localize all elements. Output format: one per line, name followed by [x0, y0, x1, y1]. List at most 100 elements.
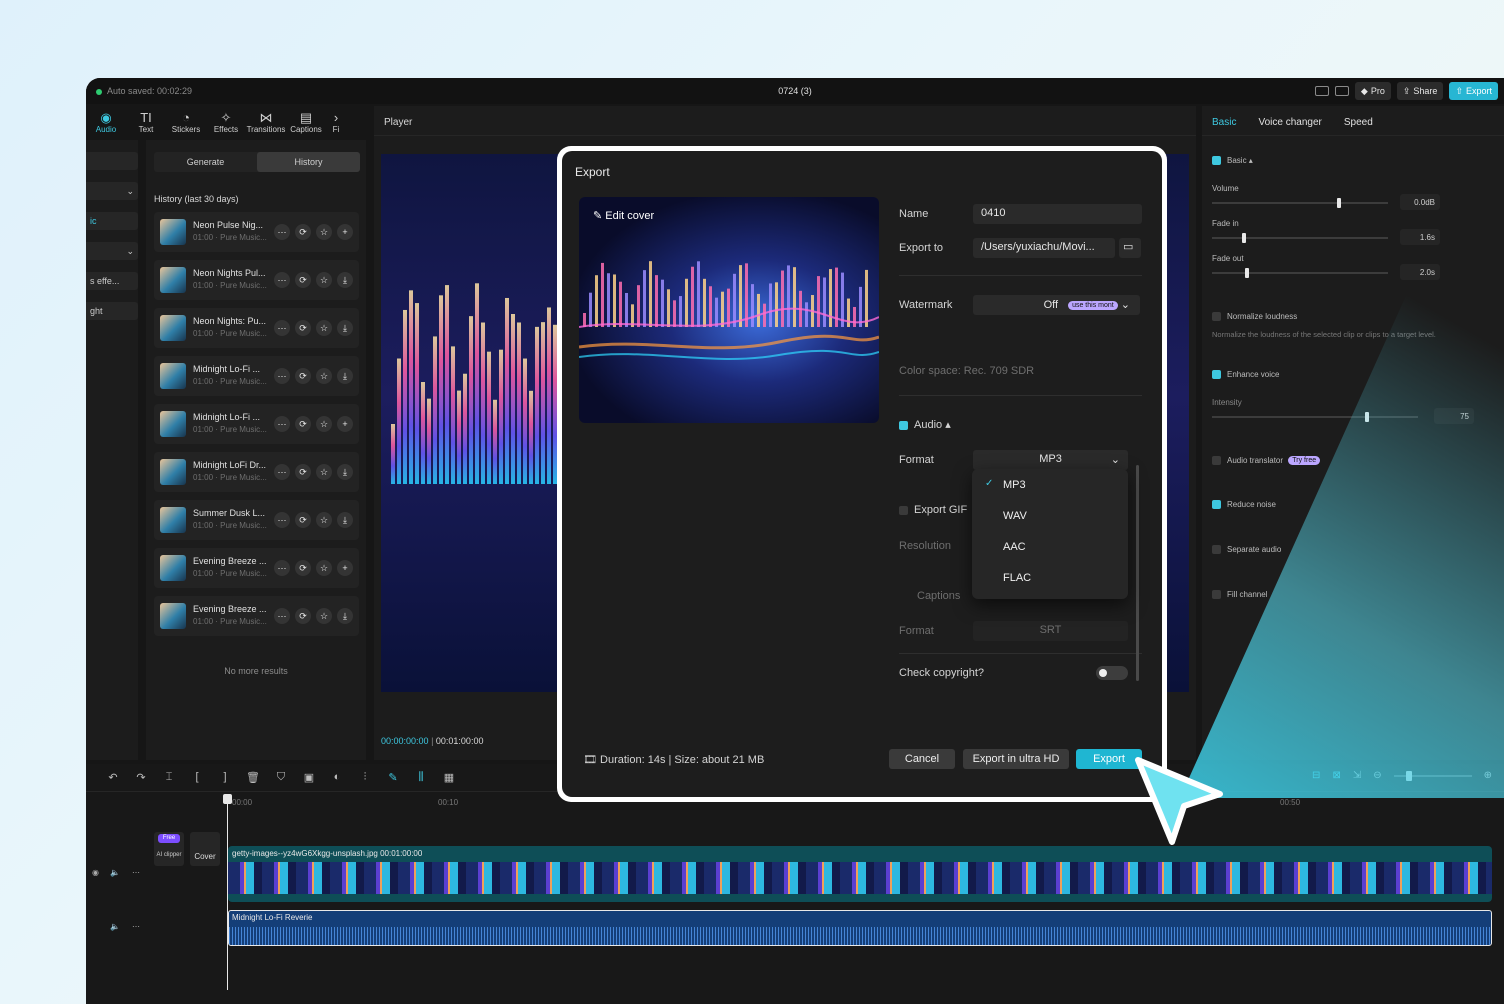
regenerate-icon[interactable]: ⟳	[295, 272, 311, 288]
mask-icon[interactable]: ◐	[330, 771, 344, 784]
audio-wave-icon[interactable]: ⫼	[414, 771, 428, 784]
intensity-knob[interactable]	[1364, 412, 1369, 422]
favorite-icon[interactable]: ☆	[316, 368, 332, 384]
cancel-button[interactable]: Cancel	[889, 749, 955, 769]
more-icon[interactable]: ⋯	[274, 464, 290, 480]
separate-audio-checkbox[interactable]	[1212, 545, 1221, 555]
intensity-value[interactable]: 75	[1434, 408, 1474, 424]
normalize-row[interactable]: Normalize loudness	[1212, 312, 1297, 322]
reduce-noise-row[interactable]: Reduce noise	[1212, 500, 1276, 510]
tab-speed[interactable]: Speed	[1344, 117, 1373, 128]
fill-channel-row[interactable]: Fill channel	[1212, 590, 1267, 600]
translator-checkbox[interactable]	[1212, 456, 1221, 466]
edit-cover-button[interactable]: ✎ Edit cover	[593, 209, 654, 222]
download-icon[interactable]: ⤓	[337, 272, 353, 288]
category-item-light[interactable]: ght	[86, 302, 138, 320]
format-select[interactable]: MP3 ⌄	[973, 450, 1128, 470]
more-icon[interactable]: ⋯	[274, 416, 290, 432]
volume-slider[interactable]	[1212, 198, 1388, 208]
history-item[interactable]: Neon Nights Pul... 01:00 · Pure Music... ⋯…	[154, 260, 359, 300]
tab-history[interactable]: History	[257, 152, 360, 172]
delete-icon[interactable]: 🗑	[246, 771, 260, 784]
link-icon[interactable]: ⊠	[1332, 770, 1340, 781]
tab-text[interactable]: TI Text	[126, 106, 166, 140]
basic-checkbox[interactable]	[1212, 156, 1221, 166]
category-item-selected[interactable]: ic	[86, 212, 138, 230]
audio-track-clip[interactable]: Midnight Lo-Fi Reverie	[228, 910, 1492, 946]
copyright-toggle[interactable]	[1096, 666, 1128, 680]
download-icon[interactable]: ⤓	[337, 608, 353, 624]
favorite-icon[interactable]: ☆	[316, 512, 332, 528]
ai-clipper-button[interactable]: Free AI clipper	[154, 832, 184, 866]
volume-knob[interactable]	[1336, 198, 1341, 208]
video-track-clip[interactable]: getty-images--yz4wG6Xkgg-unsplash.jpg 00…	[228, 846, 1492, 902]
translator-row[interactable]: Audio translator Try free	[1212, 456, 1321, 466]
tab-stickers[interactable]: ◔ Stickers	[166, 106, 206, 140]
fadein-slider[interactable]	[1212, 233, 1388, 243]
history-item[interactable]: Midnight Lo-Fi ... 01:00 · Pure Music... ⋯…	[154, 404, 359, 444]
separate-audio-row[interactable]: Separate audio	[1212, 545, 1281, 555]
audio-checkbox[interactable]	[899, 420, 908, 430]
more-icon[interactable]: ⋯	[274, 320, 290, 336]
tab-audio[interactable]: ◉ Audio	[86, 106, 126, 140]
redo-icon[interactable]: ↷	[134, 771, 148, 784]
watermark-select[interactable]: Off use this mont ⌄	[973, 295, 1140, 315]
playhead[interactable]	[223, 794, 232, 990]
more-icon[interactable]: ⋯	[274, 608, 290, 624]
audio-speaker-icon[interactable]: 🔈	[110, 922, 120, 931]
tab-more[interactable]: › Fi	[326, 106, 346, 140]
regenerate-icon[interactable]: ⟳	[295, 416, 311, 432]
history-item[interactable]: Neon Nights: Pu... 01:00 · Pure Music... ⋯…	[154, 308, 359, 348]
category-dropdown[interactable]: ⌄	[86, 182, 138, 200]
zoom-out-icon[interactable]: ⊖	[1373, 770, 1381, 781]
export-path-input[interactable]: /Users/yuxiachu/Movi...	[973, 238, 1115, 258]
download-icon[interactable]: ⤓	[337, 464, 353, 480]
freeze-icon[interactable]: ▣	[302, 771, 316, 784]
intensity-slider[interactable]	[1212, 412, 1418, 422]
more-icon[interactable]: ⋯	[274, 272, 290, 288]
zoom-slider[interactable]	[1393, 770, 1472, 781]
regenerate-icon[interactable]: ⟳	[295, 368, 311, 384]
more-icon[interactable]: ⋯	[274, 512, 290, 528]
zoom-in-icon[interactable]: ⊕	[1484, 770, 1492, 781]
favorite-icon[interactable]: ☆	[316, 416, 332, 432]
more-icon[interactable]: ⋯	[274, 224, 290, 240]
audio-more-icon[interactable]: ⋯	[132, 922, 140, 931]
regenerate-icon[interactable]: ⟳	[295, 464, 311, 480]
regenerate-icon[interactable]: ⟳	[295, 320, 311, 336]
speaker-icon[interactable]: 🔈	[110, 868, 120, 877]
normalize-checkbox[interactable]	[1212, 312, 1221, 322]
more-icon[interactable]: ⋯	[132, 868, 140, 877]
add-icon[interactable]: +	[337, 560, 353, 576]
more-icon[interactable]: ⋯	[274, 560, 290, 576]
favorite-icon[interactable]: ☆	[316, 560, 332, 576]
fadeout-slider[interactable]	[1212, 268, 1388, 278]
favorite-icon[interactable]: ☆	[316, 224, 332, 240]
format-option-flac[interactable]: FLAC	[972, 562, 1128, 593]
format-option-aac[interactable]: AAC	[972, 531, 1128, 562]
history-item[interactable]: Summer Dusk L... 01:00 · Pure Music... ⋯ ⟳ ☆…	[154, 500, 359, 540]
split-right-icon[interactable]: ]	[218, 771, 232, 784]
top-export-button[interactable]: ⇧ Export	[1449, 82, 1498, 100]
fadein-value[interactable]: 1.6s	[1400, 229, 1440, 245]
more-icon[interactable]: ⋯	[274, 368, 290, 384]
favorite-icon[interactable]: ☆	[316, 320, 332, 336]
favorite-icon[interactable]: ☆	[316, 608, 332, 624]
add-icon[interactable]: +	[337, 416, 353, 432]
tab-basic[interactable]: Basic	[1212, 117, 1236, 128]
settings-scrollbar[interactable]	[1136, 465, 1139, 681]
export-gif-toggle[interactable]: Export GIF	[899, 504, 967, 516]
category-item-effects[interactable]: s effe...	[86, 272, 138, 290]
export-ultra-hd-button[interactable]: Export in ultra HD	[963, 749, 1069, 769]
split-icon[interactable]: ⌶	[162, 771, 176, 784]
tab-transitions[interactable]: ⋈ Transitions	[246, 106, 286, 140]
format-option-mp3[interactable]: ✓ MP3	[972, 469, 1128, 500]
gif-checkbox[interactable]	[899, 505, 908, 515]
favorite-icon[interactable]: ☆	[316, 464, 332, 480]
captions-format-select[interactable]: SRT	[973, 621, 1128, 641]
folder-icon[interactable]: ▭	[1119, 238, 1141, 258]
history-item[interactable]: Midnight LoFi Dr... 01:00 · Pure Music...…	[154, 452, 359, 492]
category-dropdown-2[interactable]: ⌄	[86, 242, 138, 260]
enhance-row[interactable]: Enhance voice	[1212, 370, 1279, 380]
history-item[interactable]: Evening Breeze ... 01:00 · Pure Music... ⋯…	[154, 596, 359, 636]
